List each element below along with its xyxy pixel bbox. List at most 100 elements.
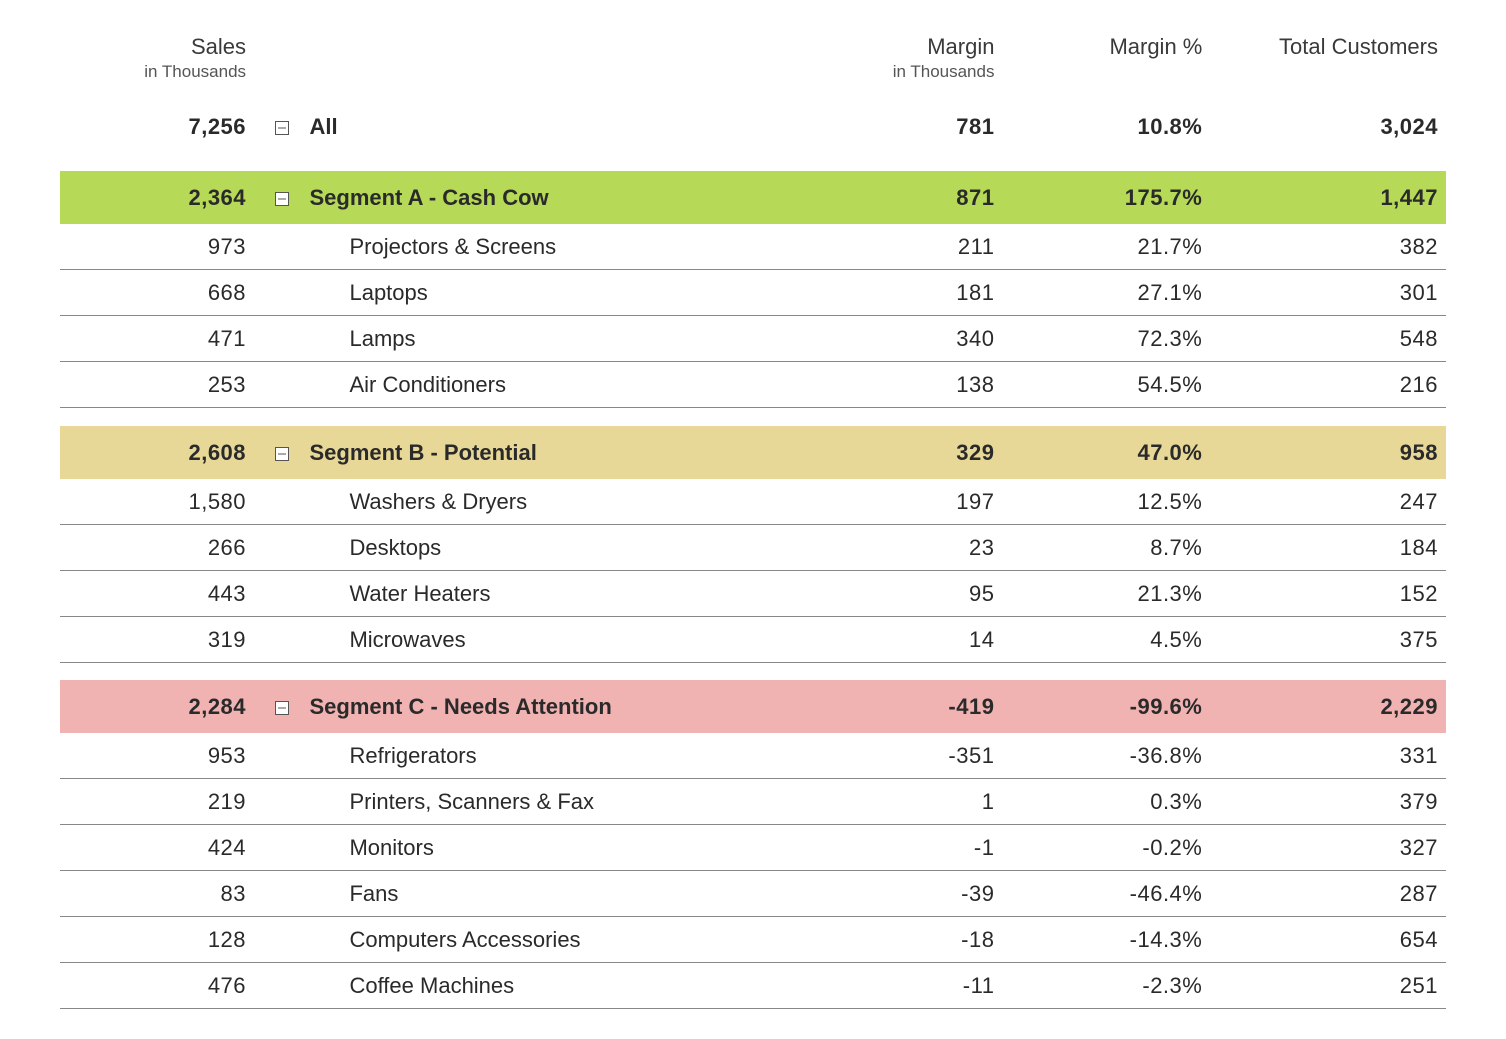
col-header-sales: Sales in Thousands: [60, 30, 254, 100]
col-header-expand: [254, 30, 309, 100]
expand-cell[interactable]: [254, 426, 309, 479]
item-row: 253 Air Conditioners13854.5%216: [60, 362, 1446, 408]
cell-margin: 181: [808, 270, 1002, 316]
cell-sales: 253: [60, 362, 254, 408]
cell-label: Laptops: [309, 270, 808, 316]
col-title: Total Customers: [1279, 34, 1438, 59]
cell-label: Fans: [309, 871, 808, 917]
cell-customers: 301: [1210, 270, 1446, 316]
col-title: Margin: [927, 34, 994, 59]
col-header-margin-pct: Margin %: [1002, 30, 1210, 100]
expand-cell: [254, 362, 309, 408]
expand-cell: [254, 270, 309, 316]
col-title: Sales: [191, 34, 246, 59]
cell-label: Segment C - Needs Attention: [309, 680, 808, 733]
spacer-row: [60, 408, 1446, 426]
col-header-margin: Margin in Thousands: [808, 30, 1002, 100]
expand-cell: [254, 479, 309, 525]
pivot-table: Sales in Thousands Margin in Thousands M…: [60, 30, 1446, 1009]
cell-customers: 548: [1210, 316, 1446, 362]
cell-margin-pct: 47.0%: [1002, 426, 1210, 479]
expand-cell: [254, 316, 309, 362]
cell-customers: 1,447: [1210, 171, 1446, 224]
expand-cell: [254, 733, 309, 779]
cell-sales: 476: [60, 963, 254, 1009]
cell-margin: 95: [808, 570, 1002, 616]
segment-row: 2,608Segment B - Potential32947.0%958: [60, 426, 1446, 479]
cell-customers: 958: [1210, 426, 1446, 479]
cell-label: Microwaves: [309, 616, 808, 662]
cell-margin-pct: 12.5%: [1002, 479, 1210, 525]
segment-row: 2,284Segment C - Needs Attention-419-99.…: [60, 680, 1446, 733]
cell-label: Segment A - Cash Cow: [309, 171, 808, 224]
cell-sales: 7,256: [60, 100, 254, 153]
cell-margin: -351: [808, 733, 1002, 779]
cell-margin: 138: [808, 362, 1002, 408]
cell-sales: 443: [60, 570, 254, 616]
expand-cell: [254, 524, 309, 570]
item-row: 266Desktops238.7%184: [60, 524, 1446, 570]
segment-row: 2,364Segment A - Cash Cow871175.7%1,447: [60, 171, 1446, 224]
collapse-icon[interactable]: [275, 447, 289, 461]
cell-label: Washers & Dryers: [309, 479, 808, 525]
cell-margin: -39: [808, 871, 1002, 917]
cell-sales: 973: [60, 224, 254, 270]
cell-customers: 654: [1210, 917, 1446, 963]
cell-margin-pct: -36.8%: [1002, 733, 1210, 779]
cell-margin: -11: [808, 963, 1002, 1009]
cell-margin-pct: 72.3%: [1002, 316, 1210, 362]
cell-customers: 251: [1210, 963, 1446, 1009]
cell-customers: 375: [1210, 616, 1446, 662]
expand-cell: [254, 917, 309, 963]
cell-customers: 379: [1210, 779, 1446, 825]
cell-label: Water Heaters: [309, 570, 808, 616]
collapse-icon[interactable]: [275, 701, 289, 715]
cell-customers: 327: [1210, 825, 1446, 871]
expand-cell: [254, 871, 309, 917]
cell-customers: 216: [1210, 362, 1446, 408]
expand-cell: [254, 224, 309, 270]
expand-cell: [254, 570, 309, 616]
expand-cell[interactable]: [254, 100, 309, 153]
cell-margin-pct: -14.3%: [1002, 917, 1210, 963]
expand-cell[interactable]: [254, 171, 309, 224]
cell-customers: 331: [1210, 733, 1446, 779]
collapse-icon[interactable]: [275, 121, 289, 135]
cell-margin-pct: -99.6%: [1002, 680, 1210, 733]
cell-sales: 266: [60, 524, 254, 570]
expand-cell: [254, 963, 309, 1009]
cell-margin-pct: 175.7%: [1002, 171, 1210, 224]
col-sub: in Thousands: [68, 62, 246, 82]
cell-margin: -1: [808, 825, 1002, 871]
cell-sales: 1,580: [60, 479, 254, 525]
cell-margin-pct: 8.7%: [1002, 524, 1210, 570]
expand-cell: [254, 825, 309, 871]
cell-margin-pct: 54.5%: [1002, 362, 1210, 408]
cell-sales: 2,608: [60, 426, 254, 479]
cell-margin: 329: [808, 426, 1002, 479]
cell-margin: 197: [808, 479, 1002, 525]
cell-margin-pct: -2.3%: [1002, 963, 1210, 1009]
total-row: 7,256 All 781 10.8% 3,024: [60, 100, 1446, 153]
cell-margin-pct: -46.4%: [1002, 871, 1210, 917]
cell-label: All: [309, 100, 808, 153]
header-row: Sales in Thousands Margin in Thousands M…: [60, 30, 1446, 100]
cell-label: Air Conditioners: [309, 362, 808, 408]
cell-sales: 83: [60, 871, 254, 917]
cell-label: Coffee Machines: [309, 963, 808, 1009]
item-row: 443Water Heaters9521.3%152: [60, 570, 1446, 616]
cell-sales: 219: [60, 779, 254, 825]
cell-label: Monitors: [309, 825, 808, 871]
collapse-icon[interactable]: [275, 192, 289, 206]
item-row: 471Lamps34072.3%548: [60, 316, 1446, 362]
col-title: Margin %: [1109, 34, 1202, 59]
cell-margin-pct: 0.3%: [1002, 779, 1210, 825]
cell-customers: 152: [1210, 570, 1446, 616]
cell-label: Desktops: [309, 524, 808, 570]
col-header-label: [309, 30, 808, 100]
item-row: 424Monitors-1-0.2%327: [60, 825, 1446, 871]
expand-cell[interactable]: [254, 680, 309, 733]
cell-margin: 1: [808, 779, 1002, 825]
cell-margin: 340: [808, 316, 1002, 362]
cell-sales: 2,364: [60, 171, 254, 224]
